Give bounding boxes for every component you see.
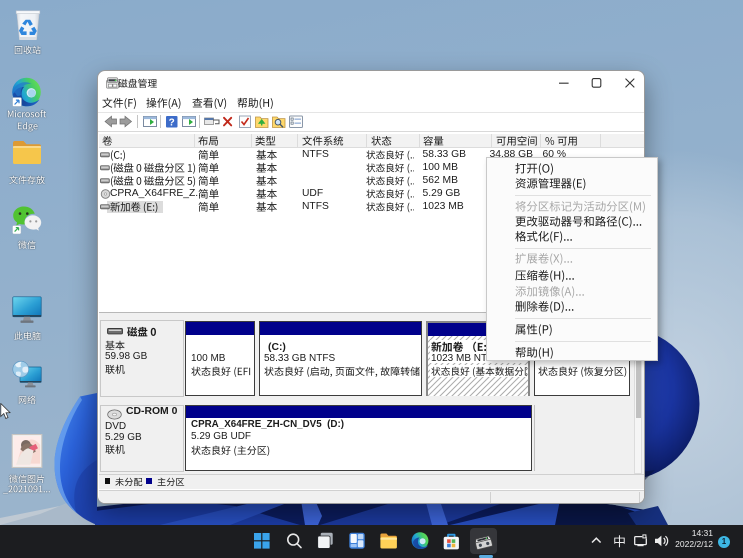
svg-text:?: ?	[169, 117, 175, 128]
